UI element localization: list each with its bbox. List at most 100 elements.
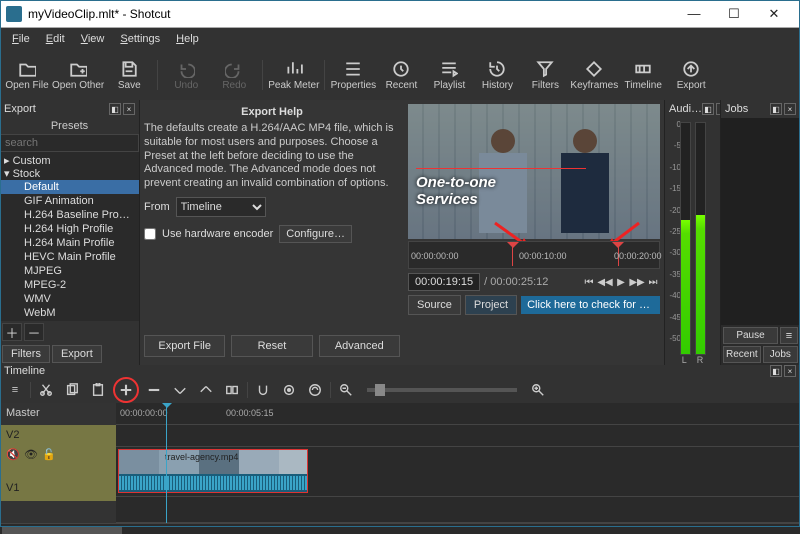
panel-close-icon[interactable]: × — [123, 103, 135, 115]
playhead[interactable] — [166, 403, 167, 523]
preset-remove-button[interactable]: － — [24, 323, 44, 341]
preset-item[interactable]: MJPEG — [0, 264, 139, 278]
tree-root-custom[interactable]: ▸ Custom — [0, 154, 139, 167]
clip[interactable]: travel-agency.mp4 — [118, 449, 308, 493]
tab-export[interactable]: Export — [52, 345, 102, 363]
mute-icon[interactable]: 🔇 — [6, 447, 20, 461]
play-icon[interactable]: ▶ — [614, 275, 628, 289]
menu-help[interactable]: Help — [168, 31, 207, 47]
maximize-button[interactable]: ☐ — [714, 1, 754, 27]
tab-recent[interactable]: Recent — [723, 346, 761, 363]
recent-button[interactable]: Recent — [378, 53, 424, 97]
paste-icon[interactable] — [87, 380, 109, 400]
timeline-ruler[interactable]: 00:00:00:00 00:00:05:15 — [116, 403, 800, 425]
lift-icon[interactable] — [169, 380, 191, 400]
menu-bar[interactable]: File Edit View Settings Help — [0, 28, 800, 50]
menu-edit[interactable]: Edit — [38, 31, 73, 47]
jobs-menu-icon[interactable]: ≡ — [780, 327, 798, 344]
reset-button[interactable]: Reset — [231, 335, 312, 357]
peak-meter-button[interactable]: Peak Meter — [268, 53, 319, 97]
export-file-button[interactable]: Export File — [144, 335, 225, 357]
preset-item[interactable]: Default — [0, 180, 139, 194]
zoom-slider[interactable] — [367, 388, 517, 392]
keyframes-button[interactable]: Keyframes — [570, 53, 618, 97]
timecode-current[interactable]: 00:00:19:15 — [408, 273, 480, 291]
tab-jobs[interactable]: Jobs — [763, 346, 798, 363]
history-button[interactable]: History — [474, 53, 520, 97]
update-banner[interactable]: Click here to check for a new version. — [521, 296, 660, 314]
track-v2[interactable]: travel-agency.mp4 — [116, 447, 800, 497]
redo-button[interactable]: Redo — [211, 53, 257, 97]
menu-file[interactable]: File — [4, 31, 38, 47]
undo-button[interactable]: Undo — [163, 53, 209, 97]
track-master-header[interactable]: Master — [0, 403, 116, 425]
preset-item[interactable]: H.264 Baseline Pro… — [0, 208, 139, 222]
preset-item[interactable]: H.264 Main Profile — [0, 236, 139, 250]
preview-ruler[interactable]: 00:00:00:00 00:00:10:00 00:00:20:00 — [408, 241, 660, 269]
close-button[interactable]: ✕ — [754, 1, 794, 27]
panel-close-icon[interactable]: × — [784, 365, 796, 377]
preset-item[interactable]: H.264 High Profile — [0, 222, 139, 236]
properties-button[interactable]: Properties — [330, 53, 376, 97]
scrub-icon[interactable] — [278, 380, 300, 400]
minimize-button[interactable]: — — [674, 1, 714, 27]
snap-icon[interactable] — [252, 380, 274, 400]
append-icon[interactable] — [117, 381, 135, 399]
advanced-button[interactable]: Advanced — [319, 335, 400, 357]
panel-float-icon[interactable]: ◧ — [770, 365, 782, 377]
ffwd-icon[interactable]: ▶▶ — [630, 275, 644, 289]
timeline-hscroll[interactable] — [0, 523, 800, 534]
track-master[interactable] — [116, 425, 800, 447]
preset-tree[interactable]: ▸ Custom▾ StockDefaultGIF AnimationH.264… — [0, 152, 139, 321]
tree-root-stock[interactable]: ▾ Stock — [0, 167, 139, 180]
split-icon[interactable] — [221, 380, 243, 400]
panel-float-icon[interactable]: ◧ — [702, 103, 714, 115]
track-v2-header[interactable]: V2 🔇 👁 🔓 — [0, 425, 116, 475]
open-other-button[interactable]: Open Other — [52, 53, 104, 97]
preset-search-input[interactable] — [0, 134, 139, 152]
tl-menu-icon[interactable]: ≡ — [4, 380, 26, 400]
remove-icon[interactable] — [143, 380, 165, 400]
hide-icon[interactable]: 👁 — [24, 447, 38, 461]
save-button[interactable]: Save — [106, 53, 152, 97]
tl-ruler-0: 00:00:00:00 — [120, 408, 168, 418]
lock-icon[interactable]: 🔓 — [42, 447, 56, 461]
zoom-out-icon[interactable] — [335, 380, 357, 400]
zoom-in-icon[interactable] — [527, 380, 549, 400]
configure-button[interactable]: Configure… — [279, 225, 352, 243]
skip-end-icon[interactable]: ⏭ — [646, 275, 660, 289]
rewind-icon[interactable]: ◀◀ — [598, 275, 612, 289]
main-toolbar: Open FileOpen OtherSaveUndoRedoPeak Mete… — [0, 50, 800, 100]
open-file-button[interactable]: Open File — [4, 53, 50, 97]
preview-viewport[interactable]: One-to-oneServices — [408, 104, 660, 239]
menu-view[interactable]: View — [73, 31, 113, 47]
jobs-pause-button[interactable]: Pause — [723, 327, 778, 344]
tab-source[interactable]: Source — [408, 295, 461, 315]
overwrite-icon[interactable] — [195, 380, 217, 400]
panel-float-icon[interactable]: ◧ — [109, 103, 121, 115]
tab-filters[interactable]: Filters — [2, 345, 50, 363]
copy-icon[interactable] — [61, 380, 83, 400]
cut-icon[interactable] — [35, 380, 57, 400]
panel-close-icon[interactable]: × — [784, 103, 796, 115]
track-v1-header[interactable]: V1 — [0, 475, 116, 501]
preset-item[interactable]: WMV — [0, 292, 139, 306]
track-v1[interactable] — [116, 497, 800, 523]
playlist-button[interactable]: Playlist — [426, 53, 472, 97]
overlay-line — [416, 168, 586, 169]
panel-float-icon[interactable]: ◧ — [770, 103, 782, 115]
tab-project[interactable]: Project — [465, 295, 517, 315]
preset-item[interactable]: MPEG-2 — [0, 278, 139, 292]
preset-add-button[interactable]: ＋ — [2, 323, 22, 341]
skip-start-icon[interactable]: ⏮ — [582, 275, 596, 289]
preset-item[interactable]: HEVC Main Profile — [0, 250, 139, 264]
export-button[interactable]: Export — [668, 53, 714, 97]
preset-item[interactable]: GIF Animation — [0, 194, 139, 208]
timeline-button[interactable]: Timeline — [620, 53, 666, 97]
hw-encoder-checkbox[interactable] — [144, 228, 156, 240]
preset-item[interactable]: WebM — [0, 306, 139, 320]
from-select[interactable]: Timeline — [176, 197, 266, 217]
filters-button[interactable]: Filters — [522, 53, 568, 97]
ripple-icon[interactable] — [304, 380, 326, 400]
menu-settings[interactable]: Settings — [112, 31, 168, 47]
